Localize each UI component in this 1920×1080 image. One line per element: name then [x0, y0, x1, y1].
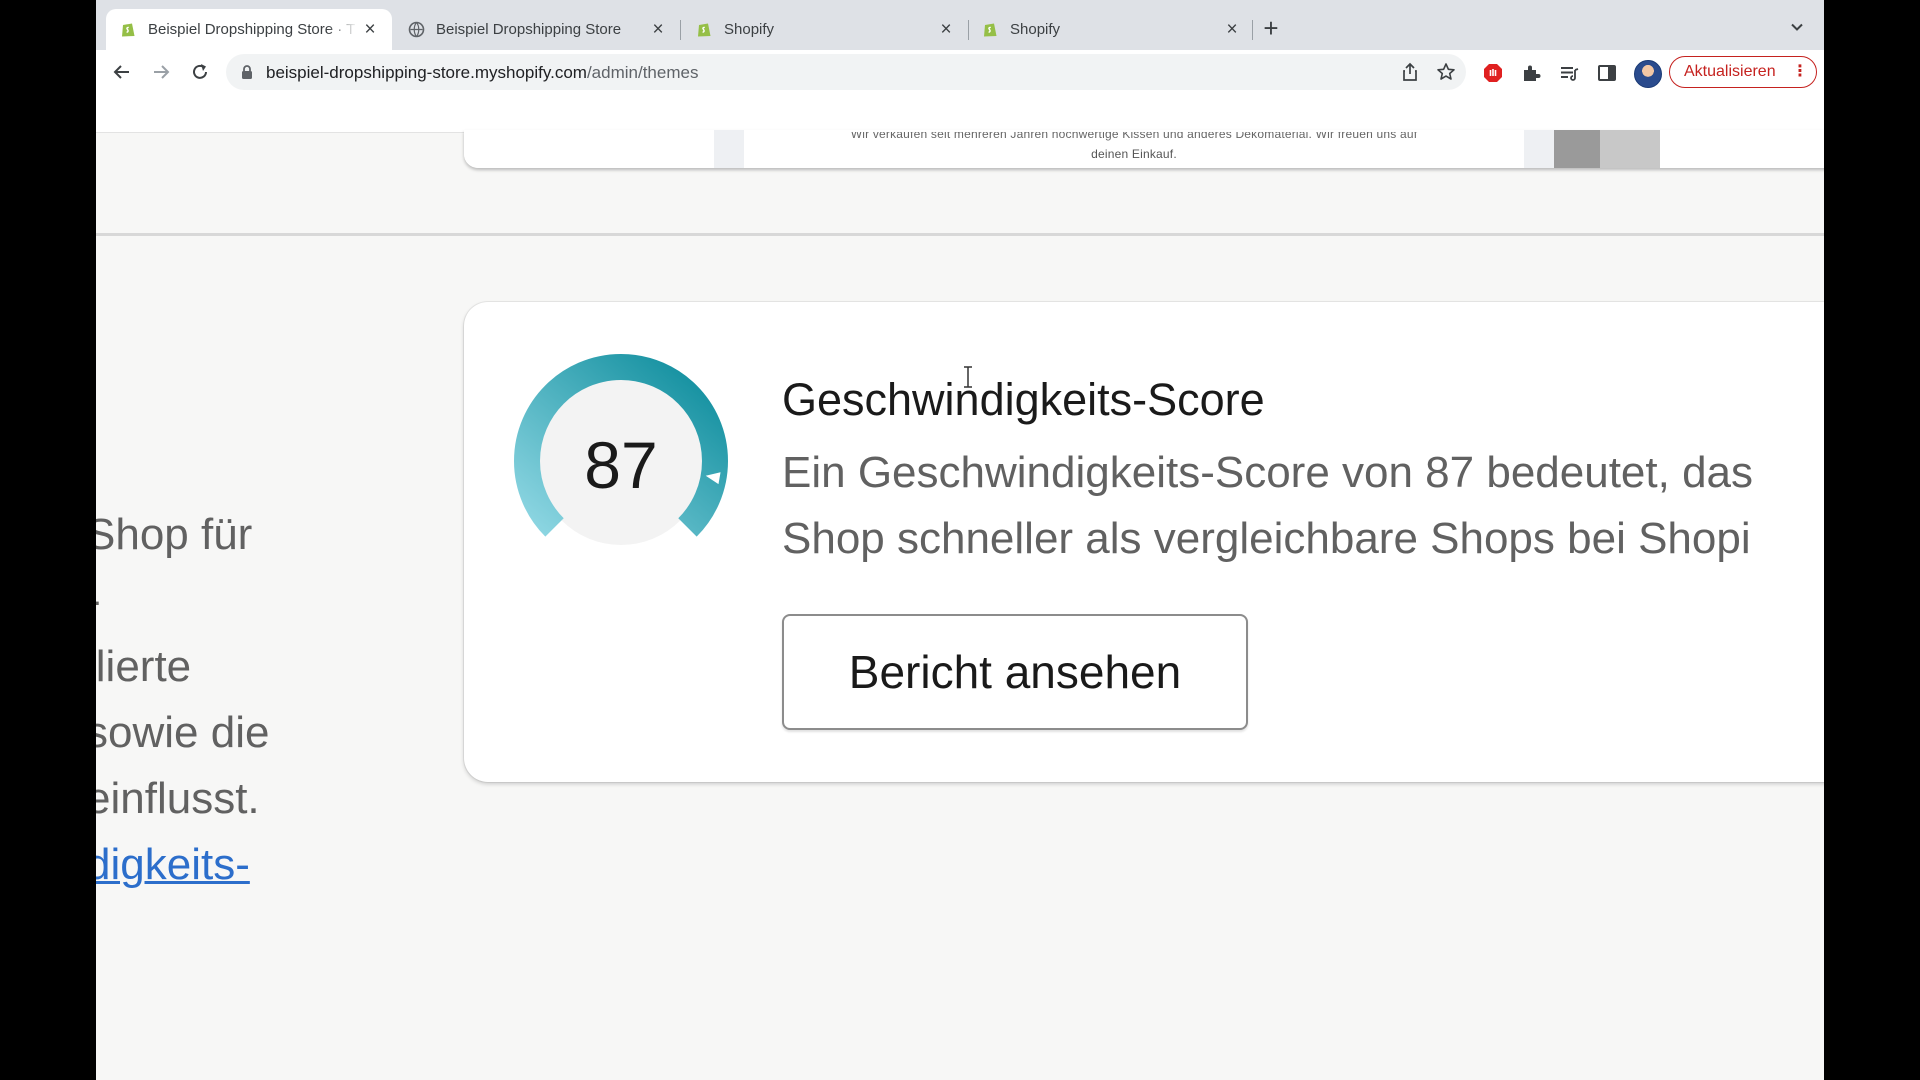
tab-themes[interactable]: Beispiel Dropshipping Store · T ×: [106, 9, 392, 50]
tab-separator: [1252, 20, 1253, 40]
close-icon[interactable]: ×: [1222, 20, 1242, 40]
reload-icon[interactable]: [188, 60, 212, 84]
tab-strip: Beispiel Dropshipping Store · T × Beispi…: [96, 0, 1824, 50]
section-divider: [96, 233, 1824, 236]
new-tab-button[interactable]: +: [1257, 14, 1285, 42]
media-queue-icon[interactable]: [1558, 62, 1580, 84]
tab-title: Beispiel Dropshipping Store: [436, 21, 622, 38]
preview-text-line: deinen Einkauf.: [1091, 147, 1177, 161]
profile-avatar[interactable]: [1634, 60, 1662, 88]
forward-icon[interactable]: [149, 60, 173, 84]
description-line: Shop für: [96, 510, 253, 559]
side-panel-icon[interactable]: [1596, 62, 1618, 84]
text-cursor-icon: [964, 366, 972, 388]
preview-thumbnail: [1600, 130, 1660, 168]
extensions-puzzle-icon[interactable]: [1520, 62, 1542, 84]
back-icon[interactable]: [110, 60, 134, 84]
address-bar[interactable]: beispiel-dropshipping-store.myshopify.co…: [226, 54, 1466, 90]
preview-left-panel: [464, 130, 714, 168]
speed-score-title: Geschwindigkeits-Score: [782, 374, 1265, 425]
preview-footer-text: Wir verkaufen seit mehreren Jahren hochw…: [744, 132, 1524, 166]
tab-title: Shopify: [724, 21, 775, 38]
globe-icon: [408, 21, 425, 38]
section-description: Shop für - llierte sowie die einflusst. …: [96, 502, 386, 898]
tab-shopify-1[interactable]: Shopify ×: [682, 9, 968, 50]
lock-icon: [242, 65, 252, 79]
description-line: Shop schneller als vergleichbare Shops b…: [782, 514, 1751, 563]
tab-separator: [680, 20, 681, 40]
browser-window: Beispiel Dropshipping Store · T × Beispi…: [96, 0, 1824, 1080]
description-line: llierte: [96, 642, 192, 691]
close-icon[interactable]: ×: [936, 20, 956, 40]
close-icon[interactable]: ×: [648, 20, 668, 40]
preview-gutter: [1524, 130, 1554, 168]
tab-title: Shopify: [1010, 21, 1061, 38]
theme-admin-page: Wir verkaufen seit mehreren Jahren hochw…: [96, 94, 1824, 1080]
shopify-icon: [984, 23, 997, 37]
description-line: einflusst.: [96, 774, 260, 823]
share-icon[interactable]: [1400, 62, 1420, 82]
url-text: beispiel-dropshipping-store.myshopify.co…: [266, 63, 698, 83]
tab-shopify-2[interactable]: Shopify ×: [968, 9, 1254, 50]
shopify-icon: [698, 23, 711, 37]
preview-gutter: [714, 130, 744, 168]
tab-store[interactable]: Beispiel Dropshipping Store ×: [394, 9, 680, 50]
description-line: Ein Geschwindigkeits-Score von 87 bedeut…: [782, 448, 1754, 497]
shopify-icon: [122, 23, 135, 37]
speed-score-value: 87: [584, 428, 658, 502]
star-icon[interactable]: [1436, 62, 1456, 82]
more-menu-icon: ⋮: [1792, 63, 1808, 80]
admin-top-bar: [96, 94, 1824, 133]
speed-report-link[interactable]: digkeits-: [96, 840, 250, 889]
speed-score-description: Ein Geschwindigkeits-Score von 87 bedeut…: [782, 440, 1824, 572]
view-report-button[interactable]: Bericht ansehen: [782, 614, 1248, 730]
preview-text-line: Wir verkaufen seit mehreren Jahren hochw…: [850, 132, 1418, 141]
update-button[interactable]: Aktualisieren ⋮: [1669, 56, 1817, 88]
update-button-label: Aktualisieren: [1684, 63, 1776, 80]
url-domain: beispiel-dropshipping-store.myshopify.co…: [266, 63, 587, 82]
description-line: -: [96, 568, 386, 634]
chevron-down-icon[interactable]: [1786, 16, 1808, 38]
speed-score-card: 87 Geschwindigkeits-Score Ein Geschwindi…: [464, 302, 1824, 782]
close-icon[interactable]: ×: [360, 20, 380, 40]
description-line: sowie die: [96, 708, 270, 757]
adblock-extension-icon[interactable]: [1482, 62, 1504, 84]
tab-title: Beispiel Dropshipping Store · T: [148, 21, 356, 38]
url-path: /admin/themes: [586, 63, 699, 82]
theme-preview-card: Wir verkaufen seit mehreren Jahren hochw…: [464, 130, 1824, 168]
browser-toolbar: beispiel-dropshipping-store.myshopify.co…: [96, 50, 1824, 94]
preview-thumbnail: [1554, 130, 1600, 168]
